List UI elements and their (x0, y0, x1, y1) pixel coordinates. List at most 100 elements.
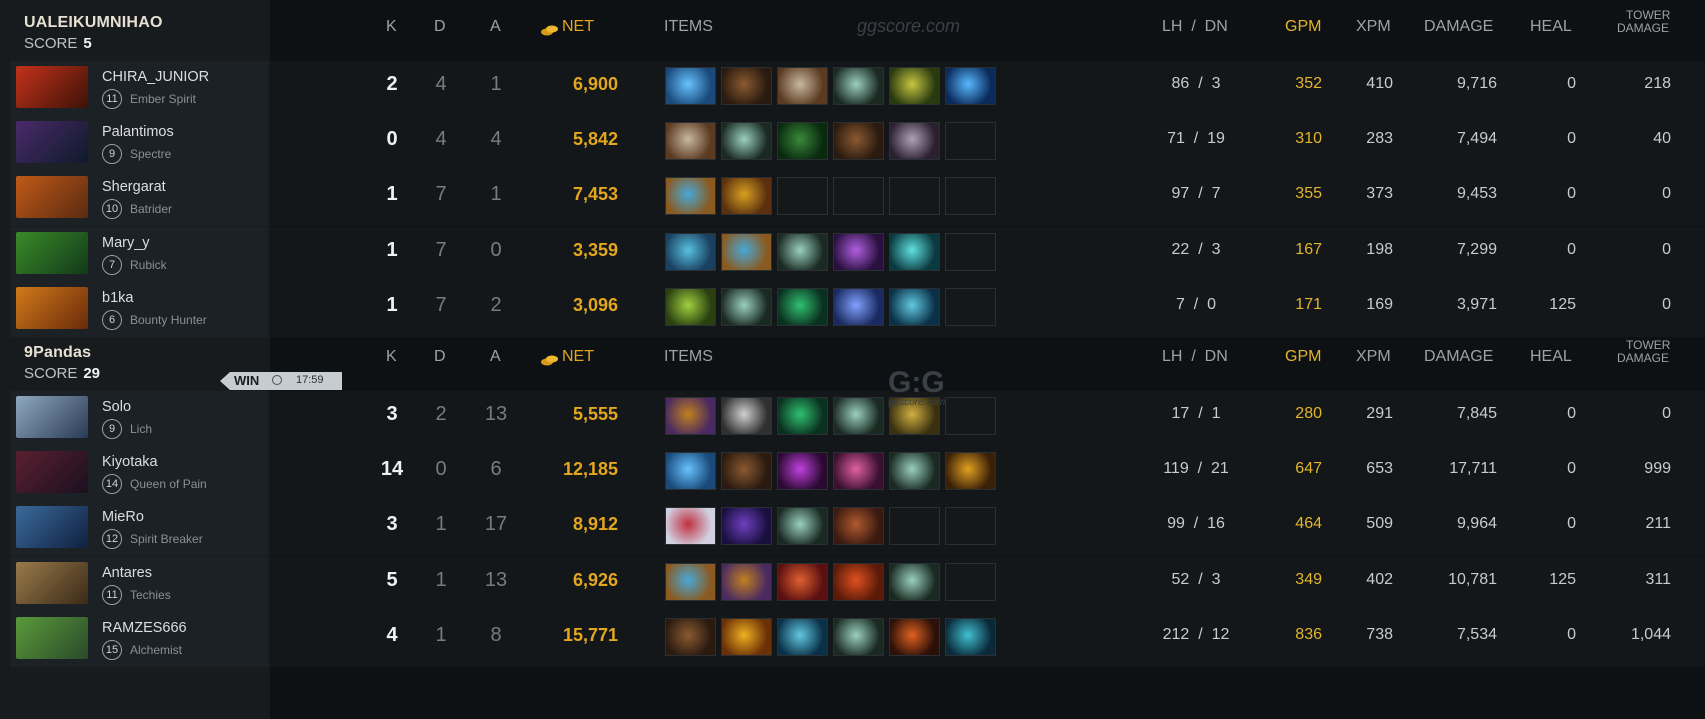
item-claw-gold-icon[interactable] (945, 452, 996, 490)
item-spiked-dark-icon[interactable] (889, 122, 940, 160)
item-gem-blue-icon[interactable] (665, 67, 716, 105)
item-gem-blue-icon[interactable] (665, 452, 716, 490)
player-card[interactable]: Antares 11 Techies (10, 557, 268, 612)
item-blade-silver-icon[interactable] (721, 397, 772, 435)
item-sword-icon[interactable] (777, 507, 828, 545)
item-boots-green-icon[interactable] (777, 288, 828, 326)
heal: 0 (1567, 515, 1576, 532)
team-score: SCORE 29 (24, 365, 100, 382)
item-horn-purple-icon[interactable] (665, 397, 716, 435)
item-bottle-blue-icon[interactable] (721, 233, 772, 271)
item-swirl-cyan-icon[interactable] (889, 288, 940, 326)
item-orb-green-icon[interactable] (665, 288, 716, 326)
empty-item-slot (777, 177, 828, 215)
header-damage: DAMAGE (1424, 348, 1494, 365)
team-score: SCORE 5 (24, 35, 92, 52)
item-cloak-brown-icon[interactable] (833, 507, 884, 545)
item-boots-brown-icon[interactable] (665, 618, 716, 656)
item-shield-red-icon[interactable] (665, 507, 716, 545)
last-hits: 52 (1171, 571, 1190, 588)
last-hits-denies: 52 / 3 (1136, 557, 1256, 603)
item-helm-gold-icon[interactable] (721, 177, 772, 215)
player-card[interactable]: Solo 9 Lich (10, 391, 268, 446)
item-axes-red-icon[interactable] (889, 618, 940, 656)
item-boots-brown-icon[interactable] (721, 452, 772, 490)
kills: 3 (386, 403, 398, 425)
item-boots-brown-icon[interactable] (721, 67, 772, 105)
item-cross-purple-icon[interactable] (777, 452, 828, 490)
player-stats-row: 1 7 2 3,096 7 / 0 171 169 3,971 125 0 (270, 282, 1705, 337)
item-axe-icon[interactable] (665, 122, 716, 160)
item-sword-icon[interactable] (889, 563, 940, 601)
item-hat-purple-icon[interactable] (721, 507, 772, 545)
item-sword-icon[interactable] (833, 618, 884, 656)
item-sword-icon[interactable] (777, 233, 828, 271)
header-heal: HEAL (1530, 348, 1572, 365)
player-card[interactable]: MieRo 12 Spirit Breaker (10, 501, 268, 556)
watermark-sub: ggscore.com (888, 397, 946, 408)
hero-name: Bounty Hunter (130, 313, 207, 327)
item-swirl-green-icon[interactable] (889, 67, 940, 105)
player-card[interactable]: b1ka 6 Bounty Hunter (10, 282, 268, 337)
hero-level: 9 (102, 144, 122, 164)
player-card[interactable]: RAMZES666 15 Alchemist (10, 612, 268, 667)
item-dagger-pink-icon[interactable] (833, 452, 884, 490)
item-sword-icon[interactable] (833, 67, 884, 105)
assists: 13 (484, 569, 508, 591)
watermark-top: ggscore.com (857, 16, 961, 36)
item-flask-cyan-icon[interactable] (889, 233, 940, 271)
header-k: K (386, 348, 397, 365)
hero-level: 11 (102, 585, 122, 605)
item-bottle-blue-icon[interactable] (665, 563, 716, 601)
item-orb-purple-icon[interactable] (833, 233, 884, 271)
assists: 0 (490, 239, 502, 261)
player-name: RAMZES666 (102, 620, 187, 636)
team-score-label: SCORE (24, 35, 78, 52)
item-sword-icon[interactable] (721, 122, 772, 160)
item-ghost-blue-icon[interactable] (665, 233, 716, 271)
xpm: 653 (1366, 460, 1393, 477)
player-card[interactable]: Shergarat 10 Batrider (10, 171, 268, 226)
player-card[interactable]: CHIRA_JUNIOR 11 Ember Spirit (10, 61, 268, 116)
xpm: 410 (1366, 75, 1393, 92)
deaths: 1 (435, 569, 447, 591)
item-sun-red-icon[interactable] (777, 563, 828, 601)
clock-icon (272, 375, 282, 385)
last-hits: 119 (1163, 460, 1189, 477)
lh-dn-separator: / (1184, 296, 1208, 313)
item-boots-brown-icon[interactable] (833, 122, 884, 160)
item-axe-icon[interactable] (777, 67, 828, 105)
header-heal: HEAL (1530, 18, 1572, 35)
assists: 1 (490, 183, 502, 205)
kills: 3 (386, 513, 398, 535)
item-boots-green-icon[interactable] (777, 397, 828, 435)
item-bolt-blue-icon[interactable] (945, 67, 996, 105)
gpm: 355 (1295, 185, 1322, 202)
xpm: 738 (1366, 626, 1393, 643)
hero-name: Ember Spirit (130, 92, 197, 106)
item-sword-icon[interactable] (889, 452, 940, 490)
lh-dn-separator: / (1184, 130, 1208, 147)
item-claw-cyan-icon[interactable] (945, 618, 996, 656)
lh-dn-separator: / (1189, 405, 1212, 422)
damage: 7,299 (1456, 241, 1497, 258)
gpm: 349 (1295, 571, 1322, 588)
item-bottle-blue-icon[interactable] (665, 177, 716, 215)
item-swirl-cyan-icon[interactable] (777, 618, 828, 656)
item-horn-purple-icon[interactable] (721, 563, 772, 601)
player-card[interactable]: Mary_y 7 Rubick (10, 227, 268, 282)
item-sword-icon[interactable] (721, 288, 772, 326)
item-blade-gold-icon[interactable] (721, 618, 772, 656)
item-helm-red-icon[interactable] (833, 563, 884, 601)
tower-damage: 999 (1644, 460, 1671, 477)
player-card[interactable]: Palantimos 9 Spectre (10, 116, 268, 171)
damage: 7,534 (1456, 626, 1497, 643)
player-card[interactable]: Kiyotaka 14 Queen of Pain (10, 446, 268, 501)
hero-name: Rubick (130, 258, 167, 272)
item-sword-icon[interactable] (833, 397, 884, 435)
item-mask-green-icon[interactable] (777, 122, 828, 160)
tower-damage: 40 (1653, 130, 1671, 147)
item-potion-blue-icon[interactable] (833, 288, 884, 326)
player-stats-row: 2 4 1 6,900 86 / 3 352 410 9,716 0 218 (270, 61, 1705, 116)
last-hits-denies: 86 / 3 (1136, 61, 1256, 107)
